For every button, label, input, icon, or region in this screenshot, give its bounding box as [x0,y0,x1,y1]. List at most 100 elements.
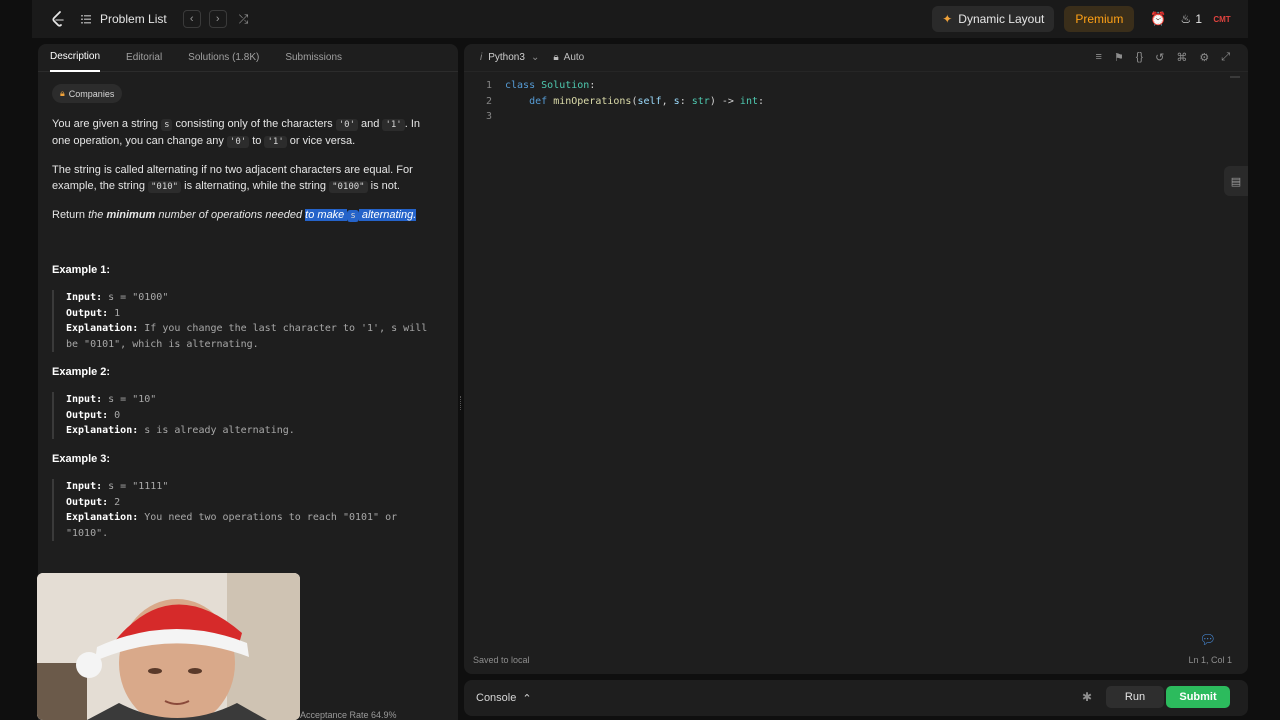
text: to [249,135,265,147]
webcam-person-image [37,573,300,720]
inline-code: "0100" [329,181,368,193]
sparkle-icon: ✦ [942,12,953,26]
inline-code: "010" [148,181,182,193]
description-paragraph-1: You are given a string s consisting only… [52,116,432,150]
inline-code: '0' [226,136,250,148]
label: Input: [66,394,103,405]
tab-editorial[interactable]: Editorial [126,44,162,72]
premium-button[interactable]: Premium [1064,6,1135,32]
example-2-block: Input: s = "10" Output: 0 Explanation: s… [52,392,432,439]
label: Input: [66,481,103,492]
code-text: class Solution: [505,80,596,91]
selected-text: alternating. [358,209,417,221]
flame-icon: ♨ [1180,12,1192,26]
run-button[interactable]: Run [1106,686,1164,708]
dynamic-layout-label: Dynamic Layout [958,12,1045,26]
code-line: 1 class Solution: [464,78,1224,94]
example-1-title: Example 1: [52,264,111,276]
shortcuts-icon[interactable]: ⌘ [1176,51,1187,64]
auto-mode-toggle[interactable]: 🔒︎ Auto [553,52,584,63]
example-3-block: Input: s = "1111" Output: 2 Explanation:… [52,479,432,541]
streak-count: 1 [1195,12,1202,26]
avatar[interactable]: CMT [1212,9,1232,29]
fullscreen-icon[interactable]: ⤢ [1221,51,1230,64]
inline-code: s [161,119,173,131]
text: is not. [367,180,400,192]
value: 1 [108,307,121,319]
companies-label: Companies [68,88,115,99]
line-number: 2 [485,95,492,107]
label: Input: [66,292,103,303]
problem-list-link[interactable]: Problem List [80,12,167,26]
value: 2 [108,496,121,508]
companies-tag[interactable]: 🔒︎ Companies [52,84,123,103]
text: the [88,209,107,221]
lock-icon: 🔒︎ [60,88,65,98]
inline-code: '1' [382,119,405,131]
tab-solutions[interactable]: Solutions (1.8K) [188,44,259,72]
console-toggle[interactable]: Console ⌃ [476,692,532,705]
reset-icon[interactable]: ↺ [1155,51,1164,64]
saved-status: Saved to local [473,655,530,665]
debug-bug-icon[interactable]: ✱ [1082,690,1092,704]
list-icon [81,15,91,24]
description-paragraph-2: The string is called alternating if no t… [52,162,432,195]
example-1-block: Input: s = "0100" Output: 1 Explanation:… [52,290,432,352]
bookmark-icon[interactable]: ⚑ [1114,51,1124,64]
line-number: 1 [485,80,492,91]
acceptance-rate-partial: Acceptance Rate 64.9% [300,710,397,720]
editor-scrollbar[interactable] [1230,76,1240,78]
value: s = "10" [102,394,157,405]
shuffle-icon[interactable]: ⤮ [239,12,249,27]
label: Output: [66,307,109,319]
label: Output: [66,409,109,421]
inline-code: s [347,210,359,222]
label: Output: [66,496,109,508]
format-align-icon[interactable]: ≡ [1095,51,1101,64]
label: Explanation: [66,512,139,523]
value: 0 [108,409,121,421]
tab-submissions[interactable]: Submissions [285,44,342,72]
editor-toolbar: ≡ ⚑ {} ↺ ⌘ ⚙ ⤢ [1095,51,1230,64]
value: s = "1111" [102,481,169,492]
inline-code: '0' [335,119,358,131]
auto-mode-label: Auto [563,52,585,63]
bold-text: minimum [106,209,156,221]
text: Return [52,209,89,221]
line-number: 3 [485,111,492,122]
webcam-overlay [37,573,300,720]
dynamic-layout-button[interactable]: ✦ Dynamic Layout [932,6,1055,32]
text: is alternating, while the string [181,180,330,192]
tab-description[interactable]: Description [50,44,101,72]
language-label: Python3 [488,52,525,63]
language-select[interactable]: i Python3 ⌄ [480,52,539,63]
chevron-down-icon: ⌄ [530,52,540,63]
label: Explanation: [66,425,139,436]
inline-code: '1' [264,136,287,148]
chevron-right-icon: › [215,13,220,25]
leetcode-logo-icon[interactable] [48,9,68,29]
code-line: 2 def minOperations(self, s: str) -> int… [464,94,1224,110]
settings-gear-icon[interactable]: ⚙ [1199,51,1209,64]
file-panel-toggle-icon[interactable]: ▤ [1224,166,1248,196]
prev-problem-button[interactable]: ‹ [182,10,201,28]
value: s is already alternating. [138,425,295,436]
text: and [358,118,383,130]
chat-bubble-icon[interactable]: 💬︎ [1199,632,1216,648]
description-paragraph-3: Return the minimum number of operations … [52,207,432,224]
problem-description: You are given a string s consisting only… [52,116,432,236]
next-problem-button[interactable]: › [208,10,227,28]
streak-counter[interactable]: ♨ 1 [1181,12,1202,26]
code-area[interactable]: 1 class Solution: 2 def minOperations(se… [464,78,1224,125]
console-label: Console [476,692,517,704]
alarm-clock-icon[interactable]: ⏰ [1150,11,1166,27]
code-editor-panel: i Python3 ⌄ 🔒︎ Auto ≡ ⚑ {} ↺ ⌘ ⚙ ⤢ 1 cla… [464,44,1248,674]
grip-dots [460,396,462,410]
selected-text: to make [305,209,348,221]
submit-button[interactable]: Submit [1166,686,1230,708]
text: or vice versa. [286,135,356,147]
braces-icon[interactable]: {} [1136,51,1143,64]
text: consisting only of the characters [172,118,336,130]
problem-list-label: Problem List [100,12,167,26]
